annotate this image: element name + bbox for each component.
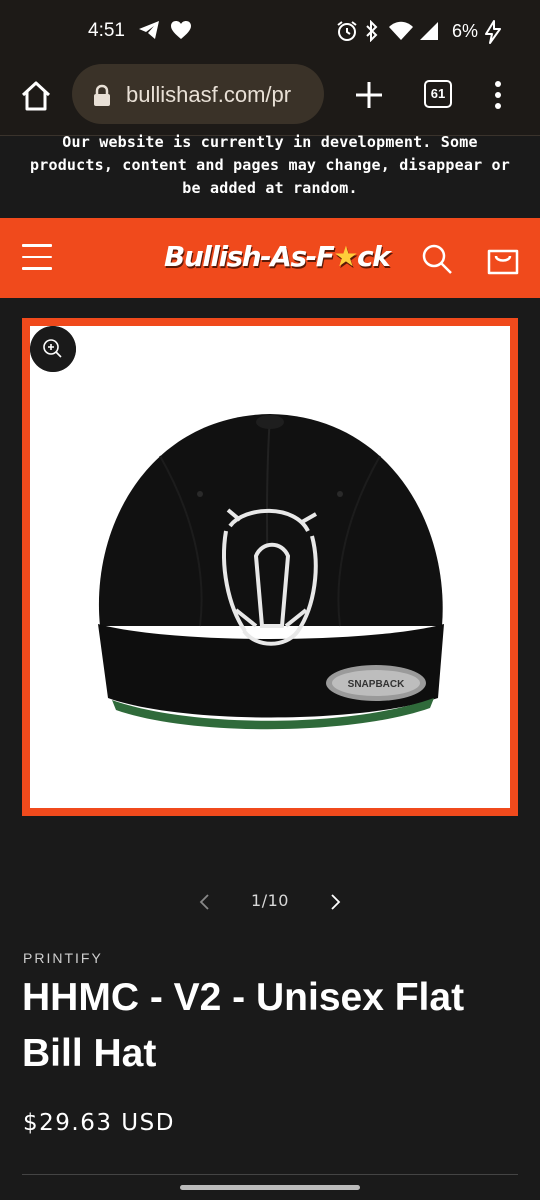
url-text: bullishasf.com/pr <box>126 82 292 107</box>
telegram-icon <box>139 21 159 39</box>
snapback-patch-label: SNAPBACK <box>348 679 405 690</box>
status-time: 4:51 <box>88 20 125 41</box>
product-title: HHMC - V2 - Unisex Flat Bill Hat <box>22 976 465 1075</box>
charging-icon <box>485 20 501 44</box>
site-header: Bullish-As-F★ck <box>0 218 540 298</box>
bluetooth-icon <box>366 20 378 42</box>
product-image-frame[interactable]: SNAPBACK <box>22 318 518 816</box>
menu-icon[interactable] <box>22 244 52 270</box>
chevron-right-icon[interactable] <box>326 892 344 912</box>
slide-counter: 1/10 <box>251 891 289 910</box>
battery-percent: 6% <box>452 21 479 41</box>
new-tab-icon[interactable] <box>352 78 386 112</box>
signal-icon <box>420 22 438 40</box>
divider <box>22 1174 518 1175</box>
status-bar: 4:51 6% <box>0 0 540 62</box>
product-image-hat: SNAPBACK <box>98 414 444 730</box>
product-vendor: PRINTIFY <box>23 950 103 966</box>
search-icon[interactable] <box>420 242 454 276</box>
chevron-left-icon[interactable] <box>196 892 214 912</box>
heart-icon <box>171 21 191 39</box>
alarm-icon <box>337 21 357 41</box>
browser-toolbar: bullishasf.com/pr 61 <box>0 62 540 136</box>
home-icon[interactable] <box>18 78 54 114</box>
cart-icon[interactable] <box>486 240 520 276</box>
wifi-icon <box>389 21 413 40</box>
announcement-text: Our website is currently in development.… <box>30 133 510 197</box>
product-price: $29.63 USD <box>23 1110 175 1136</box>
lock-icon <box>94 84 110 106</box>
logo-text-suffix: ck <box>356 240 391 273</box>
tab-switcher-button[interactable]: 61 <box>424 80 452 108</box>
gesture-navigation-bar[interactable] <box>180 1185 360 1190</box>
address-bar[interactable]: bullishasf.com/pr <box>72 64 324 124</box>
logo-text-prefix: Bullish-As-F <box>164 240 335 273</box>
announcement-bar: Our website is currently in development.… <box>0 133 540 218</box>
more-menu-icon[interactable] <box>490 80 506 110</box>
logo-star: ★ <box>333 240 358 273</box>
site-logo[interactable]: Bullish-As-F★ck <box>164 240 391 273</box>
zoom-icon[interactable] <box>30 326 76 372</box>
image-slider-controls: 1/10 <box>0 886 540 918</box>
